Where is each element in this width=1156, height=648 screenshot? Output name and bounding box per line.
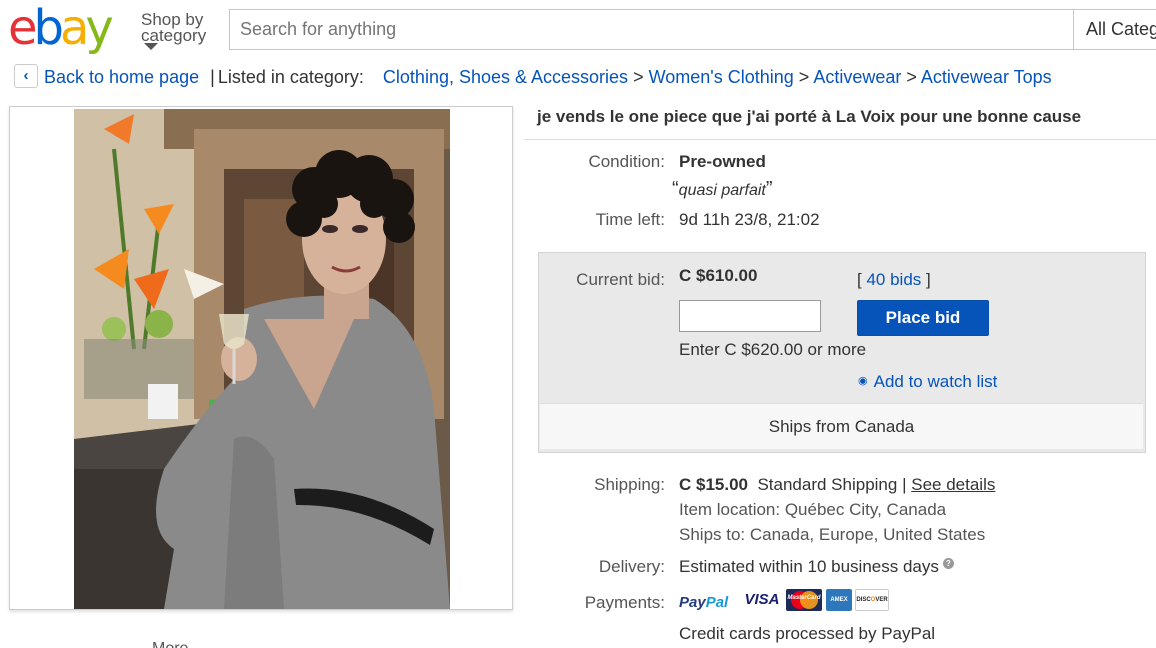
shipping-row: C $15.00 Standard Shipping | See details <box>679 475 995 495</box>
place-bid-button[interactable]: Place bid <box>857 300 989 336</box>
payments-label: Payments: <box>584 593 665 612</box>
logo-letter: e <box>8 0 37 56</box>
ships-from: Ships from Canada <box>540 403 1143 449</box>
caret-down-icon <box>144 43 158 50</box>
add-to-watch-list-link[interactable]: ◉ Add to watch list <box>858 372 997 392</box>
breadcrumb-category-link[interactable]: Clothing, Shoes & Accessories <box>383 67 628 87</box>
search-input[interactable] <box>229 9 1074 50</box>
breadcrumb-arrow: > <box>798 67 810 87</box>
breadcrumb: ‹ Back to home page | Listed in category: … <box>14 63 1156 91</box>
chevron-left-icon[interactable]: ‹ <box>14 64 38 89</box>
category-select[interactable]: All Categories <box>1073 9 1156 50</box>
watch-list-label: Add to watch list <box>873 372 998 391</box>
header: ebay Shop by category All Categories <box>0 0 1156 58</box>
back-to-home-link[interactable]: Back to home page <box>44 67 199 87</box>
paypal-text: Pal <box>705 594 729 611</box>
condition-value: Pre-owned <box>679 152 766 171</box>
condition-label: Condition: <box>588 152 665 171</box>
breadcrumb-arrow: > <box>906 67 917 87</box>
listed-in-label: Listed in category: <box>217 67 364 87</box>
bid-hint: Enter C $620.00 or more <box>679 340 867 359</box>
current-bid-label: Current bid: <box>576 270 665 289</box>
category-label: category <box>141 26 207 45</box>
bid-bracket: [ <box>857 270 862 289</box>
visa-logo: VISA <box>744 591 780 608</box>
breadcrumb-arrow: > <box>633 67 644 87</box>
logo-letter: y <box>85 0 113 56</box>
current-bid-value: C $610.00 <box>679 266 758 285</box>
item-photo[interactable] <box>74 109 450 609</box>
more-images-label: More <box>152 640 188 648</box>
see-details-link[interactable]: See details <box>911 475 995 494</box>
bid-amount-input[interactable] <box>679 300 821 332</box>
delivery-value: Estimated within 10 business days <box>679 557 939 576</box>
logo-letter: a <box>60 0 89 56</box>
breadcrumb-separator: | <box>210 67 215 87</box>
time-left-value: 9d 11h 23/8, 21:02 <box>679 210 820 229</box>
paypal-text: Pay <box>679 594 706 611</box>
bid-bracket: ] <box>926 270 931 289</box>
condition-note: “quasi parfait” <box>672 178 773 201</box>
delivery-row: Estimated within 10 business days? <box>679 557 954 577</box>
item-location: Item location: Québec City, Canada <box>679 500 947 519</box>
discover-text: DISC <box>856 597 871 603</box>
shipping-cost: C $15.00 <box>679 475 748 494</box>
help-icon[interactable]: ? <box>942 558 954 569</box>
condition-note-text: quasi parfait <box>678 182 766 199</box>
breadcrumb-category-link[interactable]: Women's Clothing <box>649 67 794 87</box>
quote-open: “ <box>672 178 679 200</box>
discover-logo: DISCOVER <box>855 589 889 611</box>
breadcrumb-category-link[interactable]: Activewear Tops <box>921 67 1052 87</box>
shop-by-category-button[interactable]: Shop by category <box>141 11 207 50</box>
quote-close: ” <box>765 178 773 200</box>
shipping-label: Shipping: <box>594 475 665 494</box>
ships-to: Ships to: Canada, Europe, United States <box>679 525 986 544</box>
eye-icon: ◉ <box>858 375 868 387</box>
mastercard-logo: MasterCard <box>786 589 822 611</box>
ebay-logo[interactable]: ebay <box>8 0 114 56</box>
amex-logo: AMEX <box>826 589 852 611</box>
paypal-logo: PayPal <box>679 594 728 616</box>
bid-count: [ 40 bids ] <box>857 270 931 290</box>
discover-text: VER <box>875 597 888 603</box>
bid-history-link[interactable]: 40 bids <box>866 270 921 289</box>
delivery-label: Delivery: <box>598 557 665 576</box>
listing-title: je vends le one piece que j'ai porté à L… <box>537 107 1082 126</box>
breadcrumb-category-link[interactable]: Activewear <box>813 67 901 87</box>
mastercard-text: MasterCard <box>787 595 821 601</box>
item-image-panel[interactable] <box>9 106 513 610</box>
shipping-method: Standard Shipping <box>757 475 898 494</box>
title-divider <box>524 139 1156 140</box>
time-left-label: Time left: <box>595 210 665 229</box>
logo-letter: b <box>33 0 65 56</box>
shipping-separator: | <box>902 475 907 494</box>
credit-note: Credit cards processed by PayPal <box>679 624 936 643</box>
